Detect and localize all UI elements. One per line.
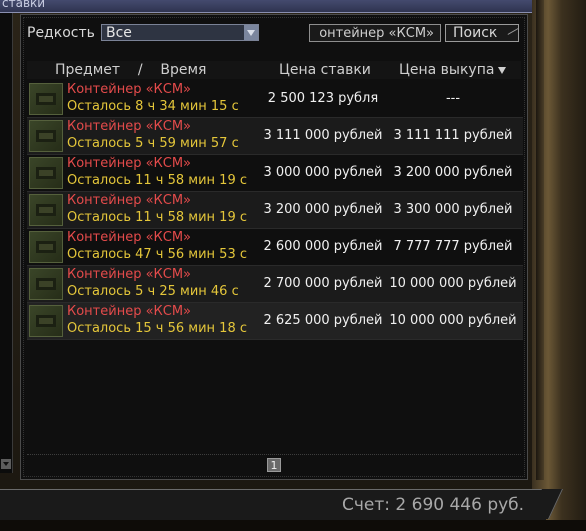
item-name: Контейнер «КСМ» bbox=[67, 267, 192, 282]
column-header-buyout-label: Цена выкупа bbox=[399, 62, 495, 78]
container-icon bbox=[29, 268, 63, 300]
auction-window: ставки Редкость Все онтейнер «КСМ» Поиск… bbox=[0, 0, 586, 531]
time-left: Осталось 47 ч 56 мин 53 с bbox=[67, 247, 247, 262]
bid-price: 2 500 123 рубля bbox=[267, 91, 379, 106]
column-header-item-time[interactable]: Предмет / Время bbox=[55, 62, 206, 78]
buyout-price: 7 777 777 рублей bbox=[393, 239, 513, 254]
rarity-dropdown[interactable]: Все bbox=[101, 24, 259, 41]
container-icon bbox=[29, 231, 63, 263]
table-row[interactable]: Контейнер «КСМ» Осталось 11 ч 58 мин 19 … bbox=[27, 155, 523, 192]
filter-bar: Редкость Все онтейнер «КСМ» Поиск bbox=[21, 23, 527, 45]
left-scrollbar[interactable] bbox=[0, 13, 13, 473]
bid-price: 2 700 000 рублей bbox=[263, 276, 383, 291]
container-icon bbox=[29, 305, 63, 337]
table-row[interactable]: Контейнер «КСМ» Осталось 5 ч 25 мин 46 с… bbox=[27, 266, 523, 303]
column-headers: Предмет / Время Цена ставки Цена выкупа bbox=[27, 61, 521, 79]
page-button-1[interactable]: 1 bbox=[267, 458, 281, 472]
item-name: Контейнер «КСМ» bbox=[67, 156, 192, 171]
container-icon bbox=[29, 120, 63, 152]
table-row[interactable]: Контейнер «КСМ» Осталось 11 ч 58 мин 19 … bbox=[27, 192, 523, 229]
item-name: Контейнер «КСМ» bbox=[67, 193, 192, 208]
bid-price: 3 111 000 рублей bbox=[263, 128, 383, 143]
window-title-bar: ставки bbox=[0, 0, 532, 13]
item-name: Контейнер «КСМ» bbox=[67, 230, 192, 245]
bid-price: 3 000 000 рублей bbox=[263, 165, 383, 180]
bid-price: 2 625 000 рублей bbox=[263, 313, 383, 328]
column-header-bid[interactable]: Цена ставки bbox=[279, 62, 371, 78]
chevron-down-icon[interactable] bbox=[244, 25, 258, 40]
column-header-buyout[interactable]: Цена выкупа bbox=[399, 62, 507, 78]
buyout-price: 3 111 111 рублей bbox=[393, 128, 513, 143]
bid-price: 3 200 000 рублей bbox=[263, 202, 383, 217]
auction-list-panel: Редкость Все онтейнер «КСМ» Поиск Предме… bbox=[20, 14, 528, 480]
container-icon bbox=[29, 194, 63, 226]
frame-edge bbox=[536, 0, 544, 480]
buyout-price: --- bbox=[445, 91, 461, 106]
rarity-label: Редкость bbox=[27, 25, 95, 41]
window-title: ставки bbox=[2, 0, 46, 10]
sort-desc-icon bbox=[498, 66, 507, 74]
item-name: Контейнер «КСМ» bbox=[67, 304, 192, 319]
container-icon bbox=[29, 83, 63, 115]
buyout-price: 10 000 000 рублей bbox=[389, 276, 517, 291]
scroll-down-icon[interactable] bbox=[1, 459, 11, 469]
balance-bar: Счет: 2 690 446 руб. bbox=[0, 489, 546, 521]
time-left: Осталось 5 ч 59 мин 57 с bbox=[67, 136, 239, 151]
item-name: Контейнер «КСМ» bbox=[67, 82, 192, 97]
time-left: Осталось 8 ч 34 мин 15 с bbox=[67, 99, 239, 114]
time-left: Осталось 11 ч 58 мин 19 с bbox=[67, 210, 247, 225]
table-row[interactable]: Контейнер «КСМ» Осталось 15 ч 56 мин 18 … bbox=[27, 303, 523, 340]
search-input[interactable]: онтейнер «КСМ» bbox=[309, 24, 441, 42]
time-left: Осталось 11 ч 58 мин 19 с bbox=[67, 173, 247, 188]
time-left: Осталось 15 ч 56 мин 18 с bbox=[67, 321, 247, 336]
time-left: Осталось 5 ч 25 мин 46 с bbox=[67, 284, 239, 299]
search-button[interactable]: Поиск bbox=[445, 24, 519, 42]
bid-price: 2 600 000 рублей bbox=[263, 239, 383, 254]
right-frame-border bbox=[532, 0, 586, 531]
table-row[interactable]: Контейнер «КСМ» Осталось 5 ч 59 мин 57 с… bbox=[27, 118, 523, 155]
rarity-selected-value: Все bbox=[106, 25, 132, 41]
buyout-price: 3 200 000 рублей bbox=[393, 165, 513, 180]
buyout-price: 10 000 000 рублей bbox=[389, 313, 517, 328]
buyout-price: 3 300 000 рублей bbox=[393, 202, 513, 217]
item-name: Контейнер «КСМ» bbox=[67, 119, 192, 134]
container-icon bbox=[29, 157, 63, 189]
account-balance: Счет: 2 690 446 руб. bbox=[342, 495, 525, 515]
table-row[interactable]: Контейнер «КСМ» Осталось 8 ч 34 мин 15 с… bbox=[27, 81, 523, 118]
bottom-frame bbox=[0, 520, 586, 531]
pager-divider bbox=[27, 454, 521, 456]
table-row[interactable]: Контейнер «КСМ» Осталось 47 ч 56 мин 53 … bbox=[27, 229, 523, 266]
